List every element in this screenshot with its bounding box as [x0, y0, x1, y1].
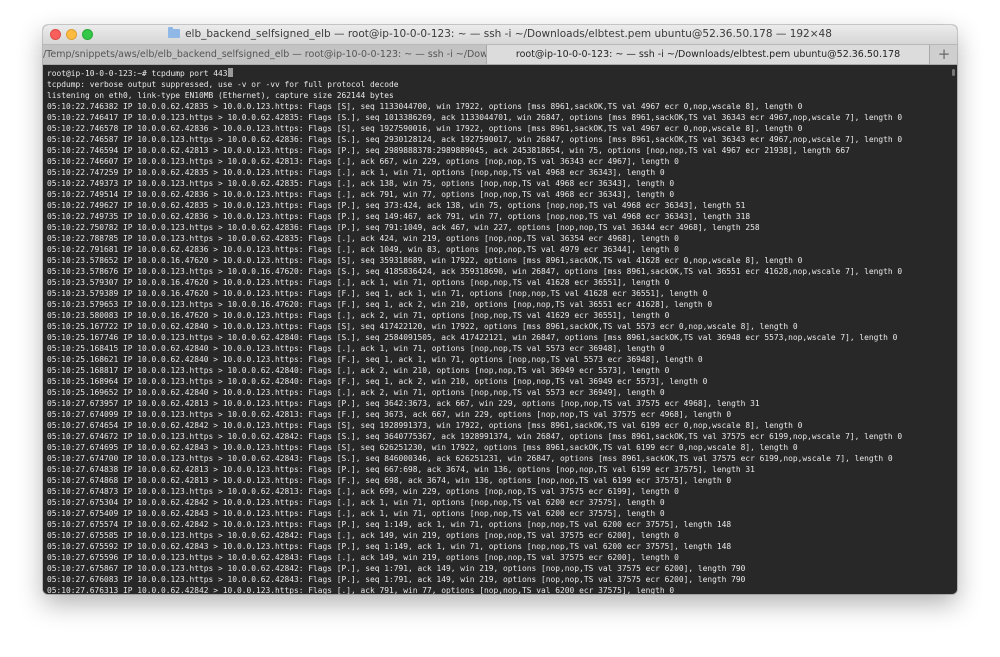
terminal-line: 05:10:25.168964 IP 10.0.0.123.https > 10… — [47, 377, 708, 386]
terminal-line: 05:10:23.578652 IP 10.0.0.16.47620 > 10.… — [47, 256, 803, 265]
terminal-line: 05:10:23.579653 IP 10.0.0.123.https > 10… — [47, 300, 713, 309]
terminal-line: 05:10:27.674868 IP 10.0.0.62.42813 > 10.… — [47, 476, 732, 485]
terminal-line: 05:10:22.747259 IP 10.0.0.62.42835 > 10.… — [47, 168, 665, 177]
terminal-line: 05:10:22.791681 IP 10.0.0.62.42836 > 10.… — [47, 245, 679, 254]
terminal-line: 05:10:27.674672 IP 10.0.0.123.https > 10… — [47, 432, 903, 441]
terminal-line: listening on eth0, link-type EN10MB (Eth… — [47, 91, 394, 100]
terminal-line: 05:10:22.746607 IP 10.0.0.123.https > 10… — [47, 157, 679, 166]
terminal-line: 05:10:22.746587 IP 10.0.0.123.https > 10… — [47, 135, 903, 144]
window-title-container: elb_backend_selfsigned_elb — root@ip-10-… — [43, 25, 957, 44]
terminal-line: 05:10:27.675585 IP 10.0.0.123.https > 10… — [47, 531, 679, 540]
scrollbar[interactable] — [952, 69, 955, 76]
terminal-line: 05:10:27.675592 IP 10.0.0.62.42843 > 10.… — [47, 542, 732, 551]
terminal-window: elb_backend_selfsigned_elb — root@ip-10-… — [43, 25, 957, 594]
prompt-text: root@ip-10-0-0-123:~# tcpdump port 443 — [47, 69, 228, 78]
terminal-line: 05:10:25.167722 IP 10.0.0.62.42840 > 10.… — [47, 322, 798, 331]
window-title: elb_backend_selfsigned_elb — root@ip-10-… — [185, 28, 832, 40]
title-bar[interactable]: elb_backend_selfsigned_elb — root@ip-10-… — [43, 25, 957, 45]
terminal-line: 05:10:27.674700 IP 10.0.0.123.https > 10… — [47, 454, 893, 463]
terminal-line: 05:10:23.579307 IP 10.0.0.16.47620 > 10.… — [47, 278, 670, 287]
terminal-line: 05:10:27.673957 IP 10.0.0.62.42813 > 10.… — [47, 399, 760, 408]
terminal-line: 05:10:27.675409 IP 10.0.0.62.42843 > 10.… — [47, 509, 665, 518]
terminal-line: 05:10:27.676083 IP 10.0.0.123.https > 10… — [47, 575, 746, 584]
terminal-lines: root@ip-10-0-0-123:~# tcpdump port 443 t… — [47, 68, 947, 594]
terminal-line: 05:10:22.746382 IP 10.0.0.62.42835 > 10.… — [47, 102, 803, 111]
terminal-line: 05:10:22.788785 IP 10.0.0.123.https > 10… — [47, 234, 679, 243]
terminal-line: 05:10:22.750782 IP 10.0.0.123.https > 10… — [47, 223, 760, 232]
terminal-line: 05:10:27.674838 IP 10.0.0.62.42813 > 10.… — [47, 465, 755, 474]
text-cursor — [227, 68, 233, 77]
tab-elb-backend[interactable]: /Temp/snippets/aws/elb/elb_backend_selfs… — [43, 45, 487, 64]
tab-ssh-session[interactable]: root@ip-10-0-0-123: ~ — ssh -i ~/Downloa… — [487, 45, 930, 64]
terminal-line: 05:10:25.169652 IP 10.0.0.62.42840 > 10.… — [47, 388, 665, 397]
terminal-line: 05:10:27.674099 IP 10.0.0.123.https > 10… — [47, 410, 732, 419]
terminal-line: 05:10:25.168817 IP 10.0.0.123.https > 10… — [47, 366, 670, 375]
terminal-line: 05:10:27.675304 IP 10.0.0.62.42842 > 10.… — [47, 498, 665, 507]
terminal-line: 05:10:23.578676 IP 10.0.0.123.https > 10… — [47, 267, 903, 276]
terminal-line: 05:10:22.746578 IP 10.0.0.62.42836 > 10.… — [47, 124, 803, 133]
terminal-line: 05:10:25.168415 IP 10.0.0.62.42840 > 10.… — [47, 344, 665, 353]
terminal-line: 05:10:25.168621 IP 10.0.0.62.42840 > 10.… — [47, 355, 703, 364]
terminal-line: 05:10:23.580083 IP 10.0.0.16.47620 > 10.… — [47, 311, 670, 320]
terminal-output[interactable]: root@ip-10-0-0-123:~# tcpdump port 443 t… — [43, 65, 957, 594]
folder-icon — [168, 27, 181, 38]
terminal-line: 05:10:22.749373 IP 10.0.0.123.https > 10… — [47, 179, 675, 188]
terminal-line: 05:10:22.746594 IP 10.0.0.62.42813 > 10.… — [47, 146, 850, 155]
terminal-line: 05:10:22.749627 IP 10.0.0.62.42835 > 10.… — [47, 201, 746, 210]
new-tab-button[interactable]: + — [931, 45, 957, 64]
terminal-line: 05:10:27.676313 IP 10.0.0.62.42842 > 10.… — [47, 586, 675, 594]
prompt-line: root@ip-10-0-0-123:~# tcpdump port 443 — [47, 68, 947, 79]
terminal-line: 05:10:22.746417 IP 10.0.0.123.https > 10… — [47, 113, 903, 122]
terminal-line: 05:10:27.674695 IP 10.0.0.62.42843 > 10.… — [47, 443, 798, 452]
terminal-line: 05:10:27.674873 IP 10.0.0.123.https > 10… — [47, 487, 679, 496]
terminal-line: 05:10:25.167746 IP 10.0.0.123.https > 10… — [47, 333, 898, 342]
terminal-line: 05:10:27.675574 IP 10.0.0.62.42842 > 10.… — [47, 520, 732, 529]
terminal-line: 05:10:22.749514 IP 10.0.0.62.42836 > 10.… — [47, 190, 675, 199]
terminal-line: 05:10:27.674654 IP 10.0.0.62.42842 > 10.… — [47, 421, 803, 430]
terminal-line: tcpdump: verbose output suppressed, use … — [47, 80, 399, 89]
terminal-line: 05:10:22.749735 IP 10.0.0.62.42836 > 10.… — [47, 212, 751, 221]
terminal-line: 05:10:23.579389 IP 10.0.0.16.47620 > 10.… — [47, 289, 708, 298]
terminal-line: 05:10:27.675596 IP 10.0.0.123.https > 10… — [47, 553, 679, 562]
terminal-line: 05:10:27.675867 IP 10.0.0.123.https > 10… — [47, 564, 746, 573]
tab-bar: /Temp/snippets/aws/elb/elb_backend_selfs… — [43, 45, 957, 65]
